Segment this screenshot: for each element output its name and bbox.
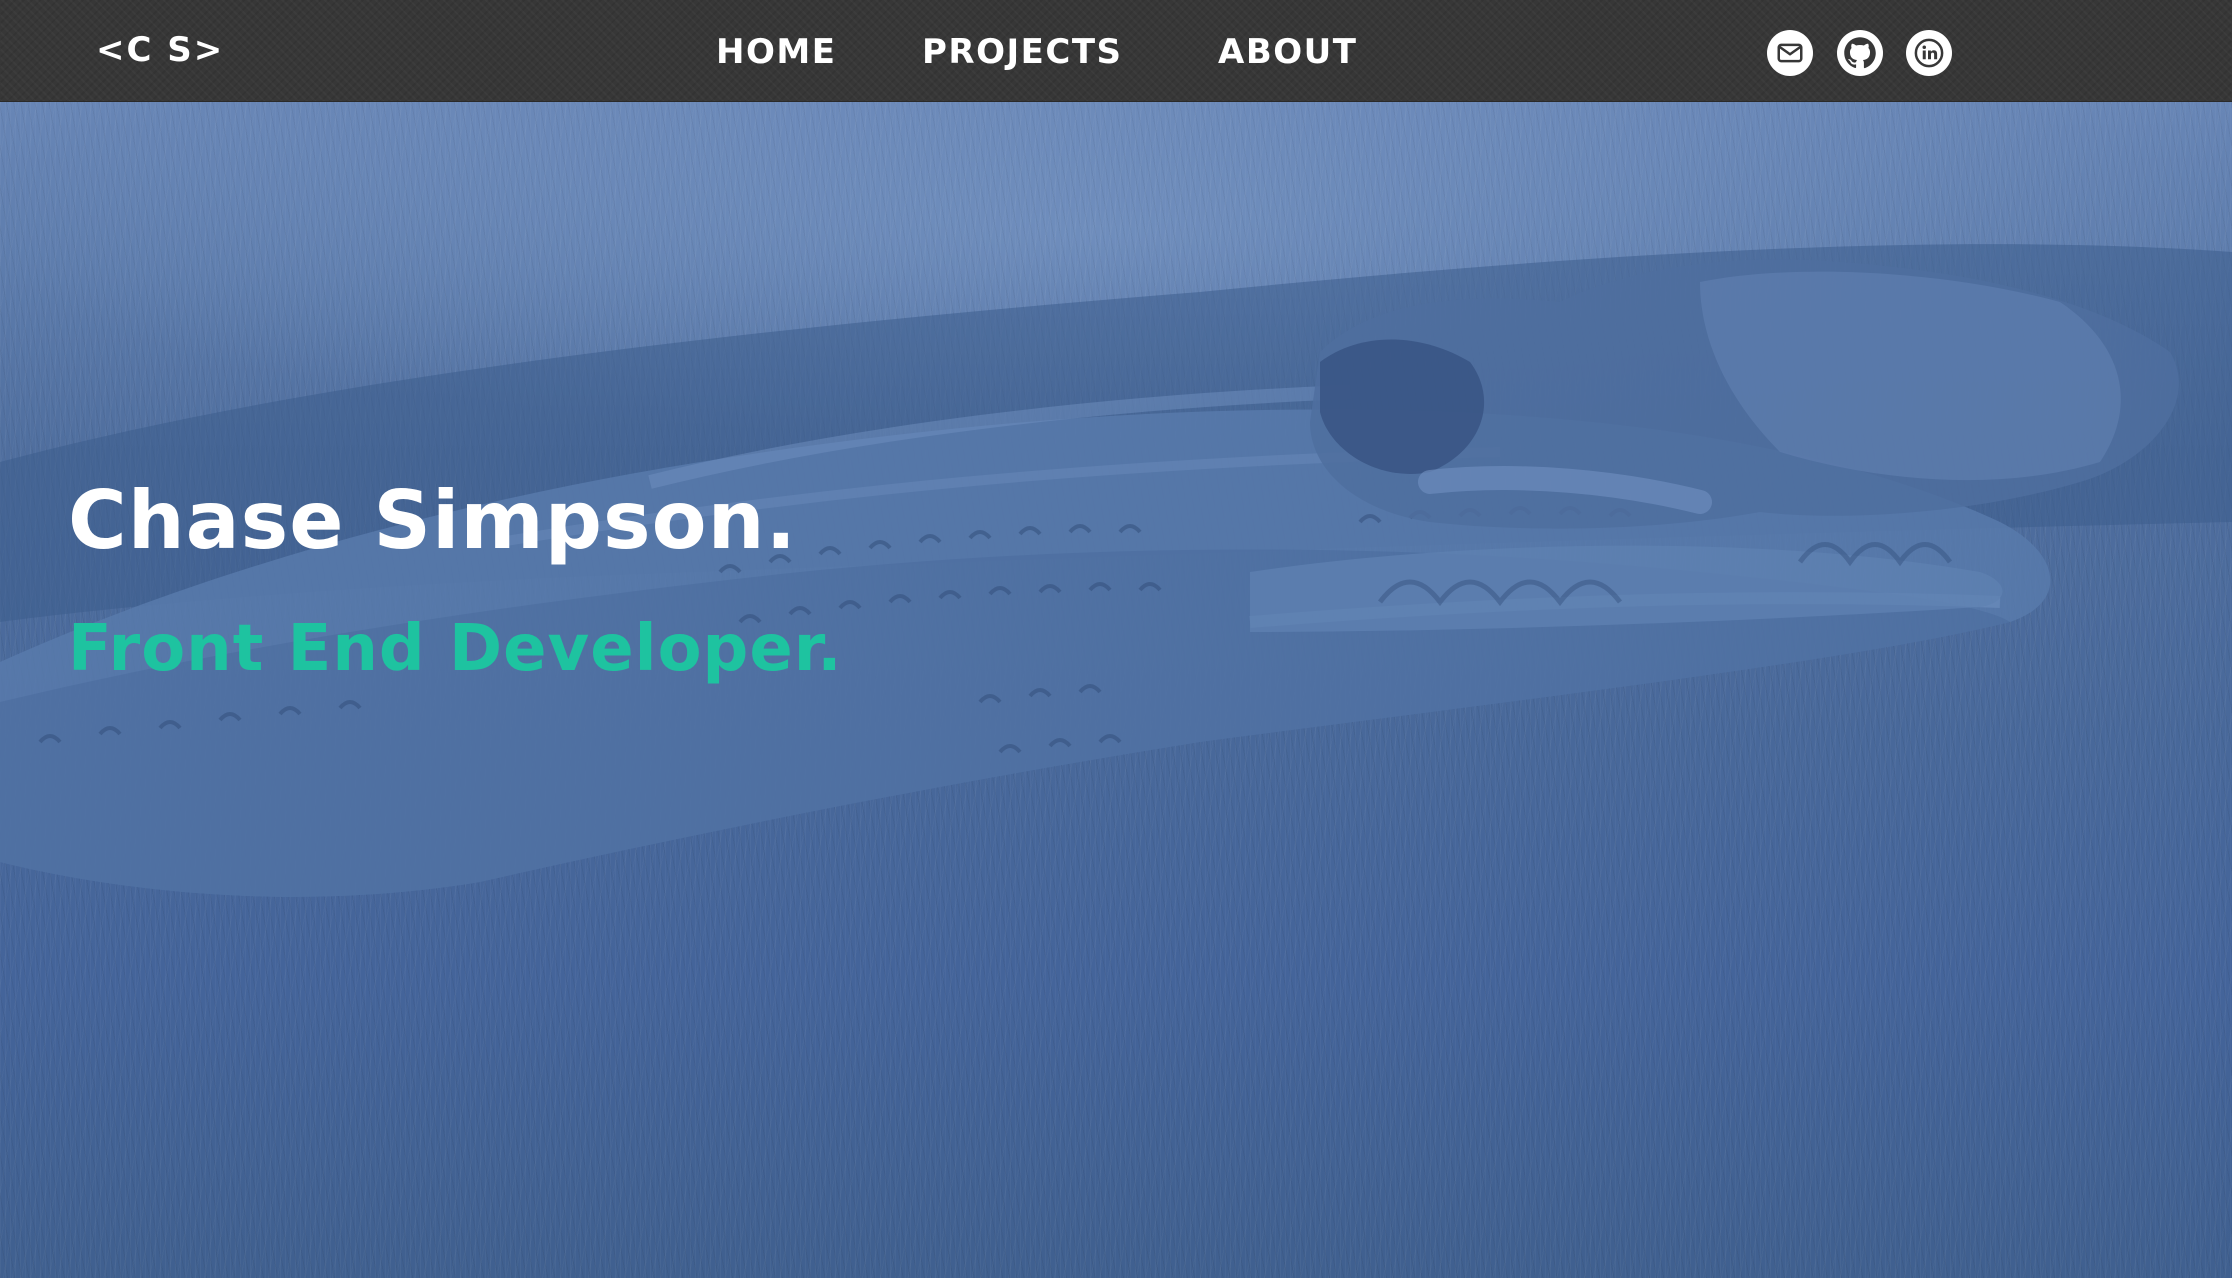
hero-section: Chase Simpson. Front End Developer.: [0, 102, 2232, 1278]
navbar: <C S> HOME PROJECTS ABOUT: [0, 0, 2232, 102]
mail-icon[interactable]: [1767, 30, 1813, 76]
hero-subtitle: Front End Developer.: [68, 612, 843, 686]
hero-background-photo: [0, 244, 2232, 897]
linkedin-icon[interactable]: [1906, 30, 1952, 76]
nav-link-about[interactable]: ABOUT: [1218, 32, 1357, 72]
nav-link-projects[interactable]: PROJECTS: [922, 32, 1123, 72]
site-logo[interactable]: <C S>: [96, 30, 224, 70]
hero-title: Chase Simpson.: [68, 474, 797, 567]
nav-link-home[interactable]: HOME: [716, 32, 836, 72]
github-icon[interactable]: [1837, 30, 1883, 76]
